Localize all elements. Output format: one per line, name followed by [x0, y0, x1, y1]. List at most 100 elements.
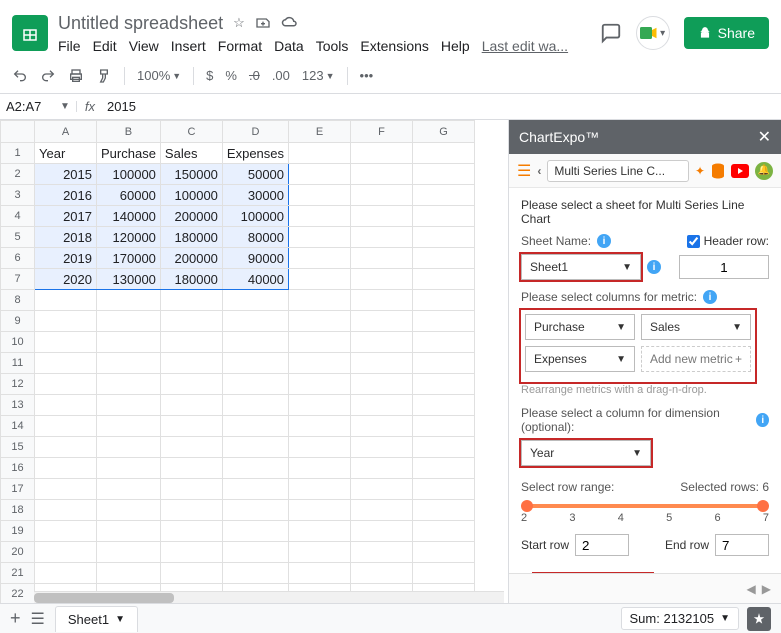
col-header[interactable]: A: [35, 121, 97, 143]
cell[interactable]: [160, 311, 222, 332]
horizontal-scrollbar[interactable]: [34, 591, 504, 603]
cell[interactable]: [97, 563, 161, 584]
cell[interactable]: [351, 311, 413, 332]
metric-select-2[interactable]: Sales▼: [641, 314, 751, 340]
cell[interactable]: [97, 542, 161, 563]
cell[interactable]: [413, 311, 475, 332]
formula-bar[interactable]: 2015: [103, 99, 140, 114]
chart-breadcrumb[interactable]: Multi Series Line C...: [547, 160, 689, 182]
cell[interactable]: [289, 521, 351, 542]
cell[interactable]: [413, 248, 475, 269]
cell[interactable]: [289, 374, 351, 395]
cell[interactable]: [413, 269, 475, 290]
cell[interactable]: [222, 374, 288, 395]
cell[interactable]: [222, 290, 288, 311]
cell[interactable]: Sales: [160, 143, 222, 164]
menu-icon[interactable]: ☰: [517, 161, 531, 181]
cell[interactable]: [413, 353, 475, 374]
cell[interactable]: [351, 479, 413, 500]
cell[interactable]: 140000: [97, 206, 161, 227]
menu-insert[interactable]: Insert: [171, 38, 206, 54]
cell[interactable]: [351, 185, 413, 206]
col-header[interactable]: C: [160, 121, 222, 143]
row-header[interactable]: 22: [1, 584, 35, 604]
cell[interactable]: Expenses: [222, 143, 288, 164]
cell[interactable]: 150000: [160, 164, 222, 185]
dimension-select[interactable]: Year▼: [521, 440, 651, 466]
cell[interactable]: 2015: [35, 164, 97, 185]
row-header[interactable]: 10: [1, 332, 35, 353]
cell[interactable]: 80000: [222, 227, 288, 248]
cell[interactable]: 2019: [35, 248, 97, 269]
add-metric-button[interactable]: Add new metric+: [641, 346, 751, 372]
cell[interactable]: [413, 164, 475, 185]
menu-data[interactable]: Data: [274, 38, 304, 54]
cell[interactable]: [35, 563, 97, 584]
cell[interactable]: 180000: [160, 227, 222, 248]
cell[interactable]: [97, 311, 161, 332]
col-header[interactable]: D: [222, 121, 288, 143]
cell[interactable]: [413, 563, 475, 584]
cell[interactable]: [160, 374, 222, 395]
cell[interactable]: [222, 395, 288, 416]
cell[interactable]: [413, 416, 475, 437]
share-button[interactable]: Share: [684, 17, 769, 49]
cell[interactable]: [222, 563, 288, 584]
cell[interactable]: 2016: [35, 185, 97, 206]
col-header[interactable]: F: [351, 121, 413, 143]
decrease-decimal[interactable]: .0: [249, 68, 260, 83]
cell[interactable]: [351, 227, 413, 248]
paint-format-icon[interactable]: [96, 68, 112, 84]
info-icon-sheet[interactable]: i: [647, 260, 661, 274]
cell[interactable]: Year: [35, 143, 97, 164]
notification-icon[interactable]: 🔔: [755, 162, 773, 180]
row-range-slider[interactable]: [525, 504, 765, 508]
name-box[interactable]: A2:A7: [0, 99, 60, 114]
menu-extensions[interactable]: Extensions: [360, 38, 428, 54]
cell[interactable]: 130000: [97, 269, 161, 290]
move-icon[interactable]: [255, 15, 271, 31]
cell[interactable]: [289, 185, 351, 206]
cell[interactable]: 100000: [160, 185, 222, 206]
cell[interactable]: [222, 479, 288, 500]
row-header[interactable]: 4: [1, 206, 35, 227]
cell[interactable]: [35, 521, 97, 542]
cell[interactable]: 2017: [35, 206, 97, 227]
cell[interactable]: [351, 374, 413, 395]
cell[interactable]: [289, 479, 351, 500]
cell[interactable]: [35, 353, 97, 374]
cell[interactable]: [351, 542, 413, 563]
metric-select-1[interactable]: Purchase▼: [525, 314, 635, 340]
cell[interactable]: [413, 437, 475, 458]
cell[interactable]: [351, 143, 413, 164]
zoom-select[interactable]: 100% ▼: [137, 68, 181, 83]
cell[interactable]: [351, 206, 413, 227]
cell[interactable]: [289, 290, 351, 311]
info-icon-metric[interactable]: i: [703, 290, 717, 304]
cell[interactable]: [160, 290, 222, 311]
cell[interactable]: [35, 311, 97, 332]
cell[interactable]: [413, 479, 475, 500]
cell[interactable]: [97, 374, 161, 395]
cell[interactable]: [351, 269, 413, 290]
cell[interactable]: [222, 521, 288, 542]
cell[interactable]: [97, 458, 161, 479]
cell[interactable]: [289, 227, 351, 248]
redo-icon[interactable]: [40, 68, 56, 84]
row-header[interactable]: 14: [1, 416, 35, 437]
col-header[interactable]: E: [289, 121, 351, 143]
currency-format[interactable]: $: [206, 68, 213, 83]
menu-edit[interactable]: Edit: [93, 38, 117, 54]
cell[interactable]: 100000: [97, 164, 161, 185]
menu-format[interactable]: Format: [218, 38, 262, 54]
sidebar-prev-icon[interactable]: ◀: [747, 582, 756, 596]
name-box-dropdown-icon[interactable]: ▼: [60, 101, 77, 112]
cell[interactable]: [160, 521, 222, 542]
cell[interactable]: [35, 542, 97, 563]
cell[interactable]: [160, 542, 222, 563]
cell[interactable]: [351, 416, 413, 437]
cell[interactable]: [160, 500, 222, 521]
menu-view[interactable]: View: [129, 38, 159, 54]
row-header[interactable]: 3: [1, 185, 35, 206]
row-header[interactable]: 7: [1, 269, 35, 290]
